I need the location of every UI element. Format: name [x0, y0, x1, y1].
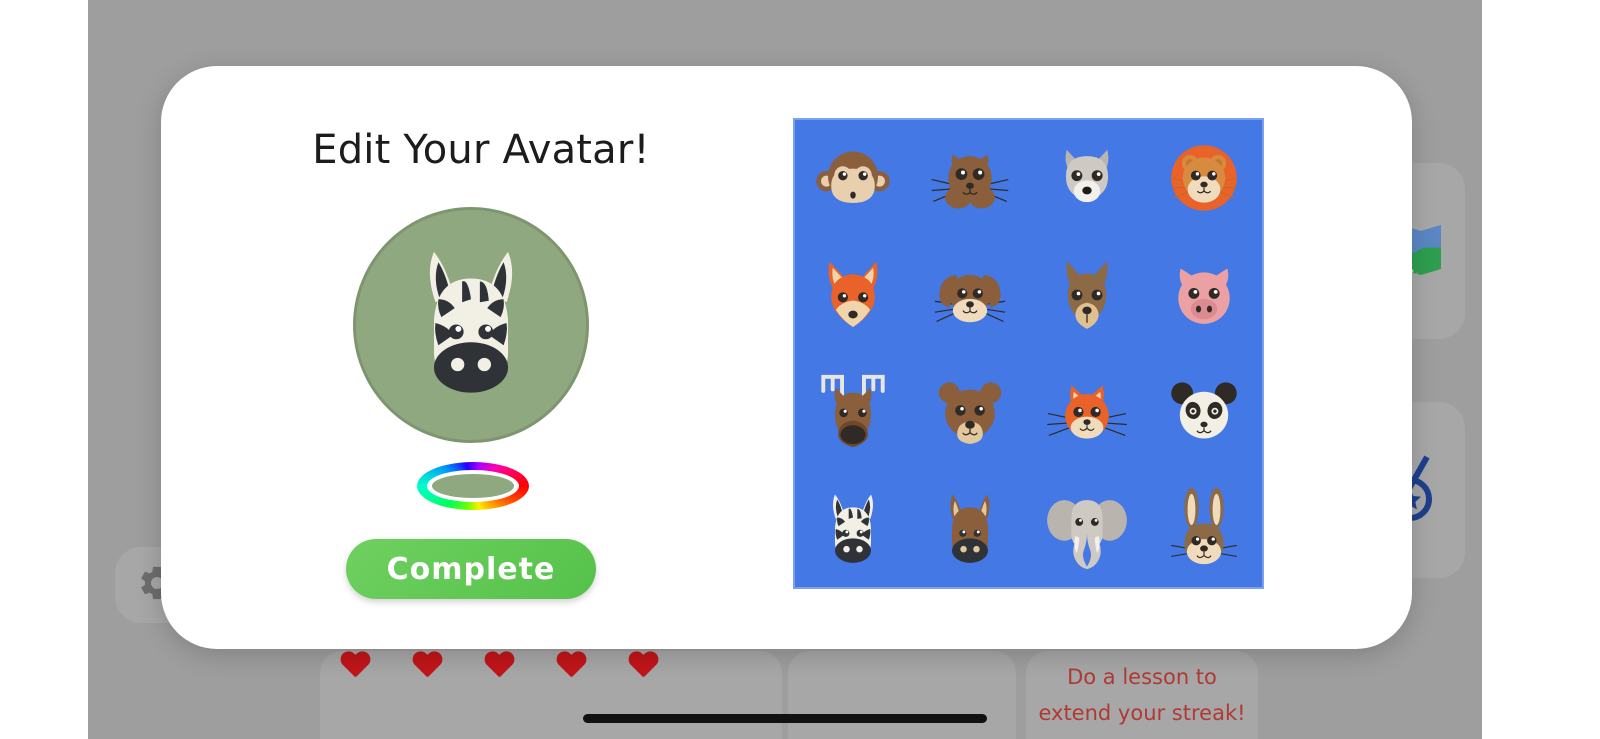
horse-icon: [934, 487, 1006, 571]
edit-avatar-modal: Edit Your Avatar! Complete: [161, 66, 1412, 649]
streak-card[interactable]: Do a lesson to extend your streak!: [1026, 651, 1258, 739]
panda-icon: [1164, 373, 1244, 451]
bottom-card-middle[interactable]: [788, 651, 1016, 739]
lion-icon: [1163, 137, 1245, 219]
heart-icon: [484, 652, 514, 679]
avatar-option-fox[interactable]: [795, 237, 912, 354]
avatar-option-bear[interactable]: [912, 354, 1029, 471]
heart-icon: [556, 652, 586, 679]
avatar-option-mouse[interactable]: [912, 237, 1029, 354]
avatar-grid: [793, 118, 1264, 589]
zebra-icon: [817, 487, 889, 571]
zebra-icon: [396, 243, 546, 407]
avatar-option-dog[interactable]: [1029, 237, 1146, 354]
heart-icon: [412, 652, 442, 679]
dog-icon: [1050, 254, 1124, 336]
home-indicator: [583, 714, 987, 723]
heart-icon: [340, 652, 370, 679]
avatar-option-zebra[interactable]: [795, 470, 912, 587]
cat-icon: [1043, 373, 1131, 451]
raccoon-icon: [1048, 139, 1126, 217]
avatar-option-panda[interactable]: [1145, 354, 1262, 471]
elephant-icon: [1044, 489, 1130, 569]
avatar-option-monkey[interactable]: [795, 120, 912, 237]
page-title: Edit Your Avatar!: [312, 127, 650, 173]
avatar-option-raccoon[interactable]: [1029, 120, 1146, 237]
color-picker-wheel[interactable]: [417, 462, 529, 510]
streak-line-2: extend your streak!: [1038, 701, 1246, 725]
moose-icon: [812, 369, 894, 455]
color-wheel-inner-ring: [427, 470, 519, 502]
fox-icon: [814, 255, 892, 335]
beaver-icon: [927, 139, 1013, 217]
avatar-option-beaver[interactable]: [912, 120, 1029, 237]
pig-icon: [1164, 256, 1244, 334]
rabbit-icon: [1164, 486, 1244, 572]
bear-icon: [930, 372, 1010, 452]
avatar-option-cat[interactable]: [1029, 354, 1146, 471]
heart-icon: [628, 652, 658, 679]
monkey-icon: [814, 139, 892, 217]
avatar-preview: [353, 207, 589, 443]
avatar-option-lion[interactable]: [1145, 120, 1262, 237]
selected-color-swatch: [432, 474, 514, 498]
avatar-option-rabbit[interactable]: [1145, 470, 1262, 587]
modal-left-panel: Edit Your Avatar! Complete: [161, 66, 801, 649]
avatar-option-horse[interactable]: [912, 470, 1029, 587]
avatar-option-pig[interactable]: [1145, 237, 1262, 354]
mouse-icon: [927, 256, 1013, 334]
hearts-row: [340, 652, 658, 679]
streak-line-1: Do a lesson to: [1067, 665, 1217, 689]
avatar-option-moose[interactable]: [795, 354, 912, 471]
avatar-option-elephant[interactable]: [1029, 470, 1146, 587]
complete-button[interactable]: Complete: [346, 539, 596, 599]
